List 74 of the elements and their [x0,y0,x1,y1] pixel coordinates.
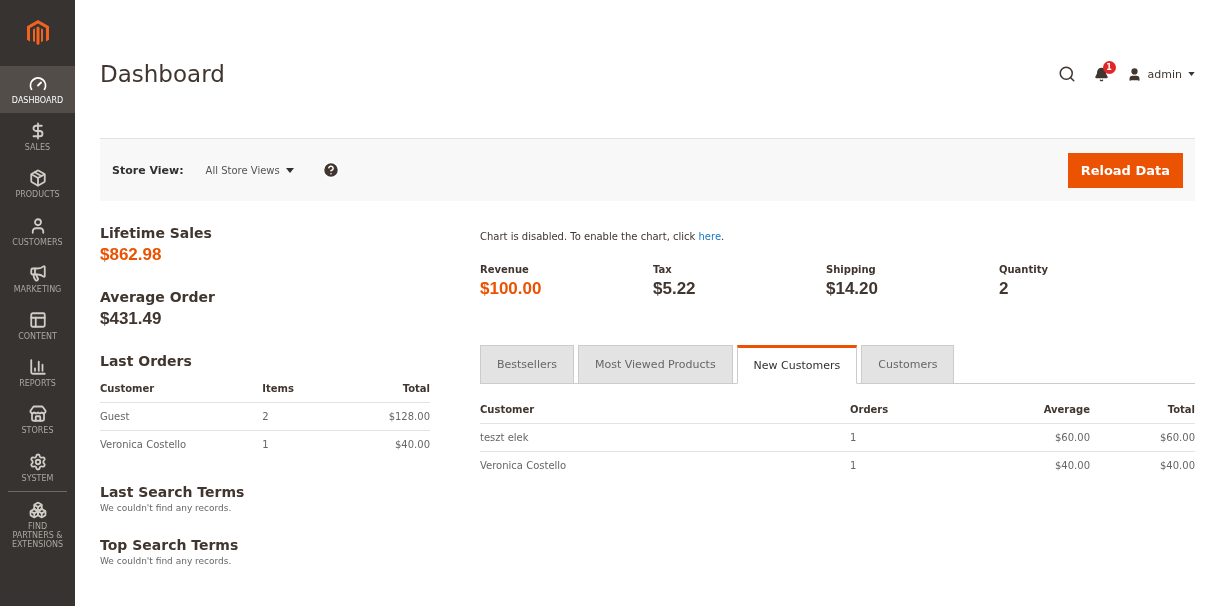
table-cell: $128.00 [352,402,430,431]
gauge-icon [28,75,47,93]
caret-icon [285,167,294,173]
sidebar-item[interactable]: STORES [0,396,75,444]
table-cell: 1 [850,423,910,452]
sidebar-item[interactable]: SYSTEM [0,443,75,491]
page-title: Dashboard [100,61,225,87]
table-cell: teszt elek [480,423,850,452]
table-cell: $60.00 [910,423,1090,452]
sidebar-item[interactable]: DASHBOARD [0,66,75,114]
tab[interactable]: New Customers [736,345,858,384]
sidebar-item[interactable]: CUSTOMERS [0,207,75,255]
section-title: Last Search Terms [100,484,246,500]
total-value: 2 [999,279,1010,299]
sidebar-item[interactable]: MARKETING [0,254,75,302]
table-cell: $40.00 [352,430,430,458]
total-value: $14.20 [826,279,879,299]
box-icon [28,169,47,188]
notification-count: 1 [1102,60,1116,74]
stat-value: $431.49 [100,309,163,329]
store-view-dropdown[interactable]: All Store Views [205,164,294,176]
column-header: Items [262,377,353,403]
gear-icon [28,452,47,471]
table-cell: Veronica Costello [480,451,850,479]
empty-message: We couldn't find any records. [100,503,233,513]
user-menu[interactable]: admin [1126,66,1195,82]
bell-icon[interactable] [1093,66,1109,82]
tab[interactable]: Customers [861,345,955,384]
table-cell: 2 [262,402,353,431]
store-view-label: Store View: [112,163,184,177]
stat-label: Average Order [100,289,216,305]
table-cell: 1 [262,430,353,458]
search-icon[interactable] [1057,65,1076,83]
column-header: Orders [850,398,910,424]
total-label: Revenue [480,264,530,275]
bar-chart-icon [28,358,47,377]
logo-icon [26,20,49,46]
section-title: Last Orders [100,353,193,369]
column-header: Customer [100,377,263,403]
table-cell: $60.00 [1090,423,1195,452]
table-cell: Guest [100,402,263,431]
megaphone-icon [28,263,47,282]
tab[interactable]: Most Viewed Products [578,345,733,384]
column-header: Average [910,398,1090,424]
column-header: Total [352,377,430,403]
sidebar-item[interactable]: SALES [0,113,75,161]
stat-label: Lifetime Sales [100,225,213,241]
empty-message: We couldn't find any records. [100,556,233,566]
help-icon[interactable] [321,161,340,179]
table-cell: Veronica Costello [100,430,263,458]
sidebar-item[interactable]: PRODUCTS [0,160,75,208]
table-cell: 1 [850,451,910,479]
total-label: Shipping [826,264,877,275]
chart-disabled-message: Chart is disabled. To enable the chart, click here. [480,231,726,242]
total-value: $5.22 [653,279,697,299]
sidebar-item[interactable]: FIND PARTNERS & EXTENSIONS [8,490,67,558]
column-header: Customer [480,398,850,424]
total-label: Tax [653,264,673,275]
user-icon [1126,66,1142,82]
sidebar-item[interactable]: REPORTS [0,349,75,397]
reload-data-button[interactable]: Reload Data [1067,152,1183,188]
total-value: $100.00 [480,279,543,299]
table-cell: $40.00 [910,451,1090,479]
layout-icon [28,310,47,329]
blocks-icon [28,500,47,519]
caret-icon [1188,72,1195,76]
tab[interactable]: Bestsellers [480,345,574,384]
stat-value: $862.98 [100,245,163,265]
table-cell: $40.00 [1090,451,1195,479]
section-title: Top Search Terms [100,537,240,553]
total-label: Quantity [999,264,1049,275]
sidebar-item[interactable]: CONTENT [0,301,75,350]
column-header: Total [1090,398,1195,424]
storefront-icon [28,405,47,424]
